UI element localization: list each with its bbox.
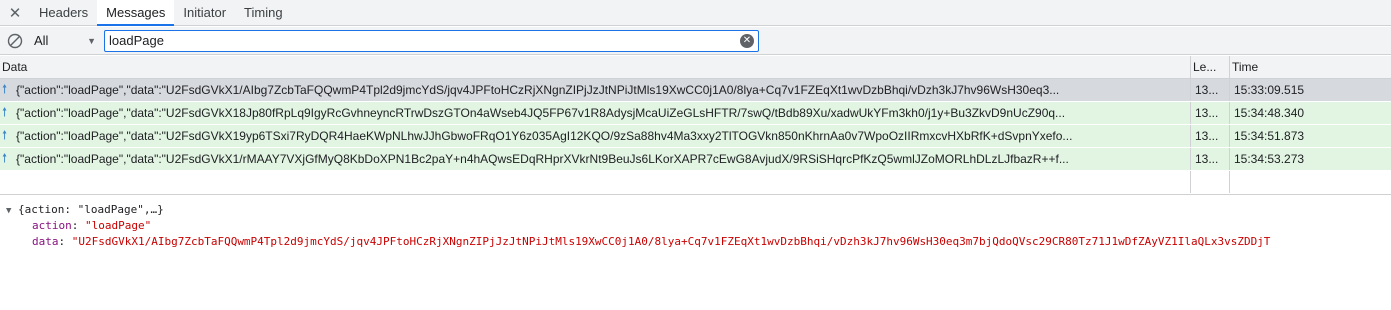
cell-data: 🠕 {"action":"loadPage","data":"U2FsdGVkX…	[0, 79, 1191, 101]
preview-action-key: action	[32, 219, 72, 232]
tab-messages[interactable]: Messages	[97, 0, 175, 26]
filler-data	[0, 171, 1191, 193]
table-row[interactable]: 🠕 {"action":"loadPage","data":"U2FsdGVkX…	[0, 102, 1391, 125]
filter-bar: All ▼ ✕	[0, 27, 1391, 55]
cell-data: 🠕 {"action":"loadPage","data":"U2FsdGVkX…	[0, 102, 1191, 124]
column-header-length[interactable]: Le...	[1191, 56, 1230, 78]
table-header: Data Le... Time	[0, 56, 1391, 79]
message-data-text: {"action":"loadPage","data":"U2FsdGVkX18…	[16, 105, 1066, 120]
cell-time: 15:34:51.873	[1234, 129, 1305, 143]
cell-data: 🠕 {"action":"loadPage","data":"U2FsdGVkX…	[0, 148, 1191, 170]
preview-data-line: data: "U2FsdGVkX1/AIbg7ZcbTaFQQwmP4Tpl2d…	[32, 235, 1271, 248]
message-data-text: {"action":"loadPage","data":"U2FsdGVkX19…	[16, 128, 1073, 143]
table-row[interactable]: 🠕 {"action":"loadPage","data":"U2FsdGVkX…	[0, 125, 1391, 148]
cell-data: 🠕 {"action":"loadPage","data":"U2FsdGVkX…	[0, 125, 1191, 147]
preview-action-line: action: "loadPage"	[32, 219, 152, 232]
message-type-select[interactable]: All ▼	[30, 31, 100, 51]
filler-length	[1191, 171, 1230, 193]
cell-time: 15:34:53.273	[1234, 152, 1305, 166]
tab-timing[interactable]: Timing	[235, 0, 292, 25]
chevron-down-icon: ▼	[87, 35, 96, 46]
close-icon[interactable]: ✕	[0, 0, 30, 25]
message-type-value: All	[34, 33, 49, 48]
preview-action-value: "loadPage"	[85, 219, 152, 232]
cell-length: 13...	[1191, 125, 1230, 147]
preview-data-key: data	[32, 235, 59, 248]
search-box: ✕	[104, 29, 759, 52]
block-icon[interactable]	[0, 33, 30, 49]
message-preview: ▼ {action: "loadPage",…} action: "loadPag…	[0, 196, 1391, 310]
arrow-up-icon: 🠕	[2, 127, 8, 142]
clear-search-icon[interactable]: ✕	[740, 33, 754, 48]
cell-time: 15:33:09.515	[1234, 83, 1305, 97]
tab-bar: ✕ Headers Messages Initiator Timing	[0, 0, 1391, 26]
tab-headers[interactable]: Headers	[30, 0, 97, 25]
table-row[interactable]: 🠕 {"action":"loadPage","data":"U2FsdGVkX…	[0, 79, 1391, 102]
cell-time: 15:34:48.340	[1234, 106, 1305, 120]
cell-length: 13...	[1191, 148, 1230, 170]
expand-triangle-icon[interactable]: ▼	[6, 203, 18, 218]
message-data-text: {"action":"loadPage","data":"U2FsdGVkX1/…	[16, 151, 1069, 166]
arrow-up-icon: 🠕	[2, 150, 8, 165]
table-row[interactable]: 🠕 {"action":"loadPage","data":"U2FsdGVkX…	[0, 148, 1391, 171]
column-header-data[interactable]: Data	[0, 56, 1191, 78]
arrow-up-icon: 🠕	[2, 104, 8, 119]
filler-time	[1230, 171, 1391, 193]
messages-table: Data Le... Time 🠕 {"action":"loadPage","…	[0, 56, 1391, 195]
cell-length: 13...	[1191, 102, 1230, 124]
cell-length: 13...	[1191, 79, 1230, 101]
preview-data-value: "U2FsdGVkX1/AIbg7ZcbTaFQQwmP4Tpl2d9jmcYd…	[71, 235, 1271, 248]
column-header-time[interactable]: Time	[1230, 56, 1391, 78]
arrow-up-icon: 🠕	[2, 81, 8, 96]
search-input[interactable]	[109, 33, 740, 48]
preview-summary-line[interactable]: ▼ {action: "loadPage",…}	[0, 202, 1391, 218]
preview-summary: {action: "loadPage",…}	[18, 203, 164, 216]
table-filler	[0, 171, 1391, 193]
message-data-text: {"action":"loadPage","data":"U2FsdGVkX1/…	[16, 82, 1060, 97]
tab-initiator[interactable]: Initiator	[174, 0, 235, 25]
